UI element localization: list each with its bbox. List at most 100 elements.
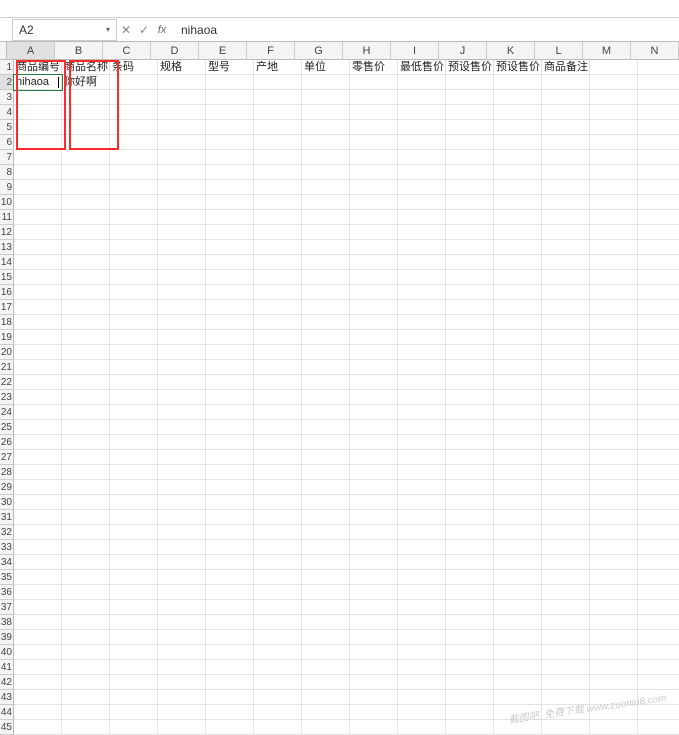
column-header[interactable]: N bbox=[631, 42, 679, 59]
cell[interactable] bbox=[302, 450, 350, 465]
cell[interactable] bbox=[542, 300, 590, 315]
cell[interactable] bbox=[158, 465, 206, 480]
cell[interactable] bbox=[398, 720, 446, 735]
row-header[interactable]: 45 bbox=[0, 720, 14, 735]
cell[interactable] bbox=[62, 705, 110, 720]
cell[interactable] bbox=[494, 390, 542, 405]
cell[interactable] bbox=[110, 240, 158, 255]
cell[interactable] bbox=[494, 525, 542, 540]
cell[interactable] bbox=[206, 120, 254, 135]
cell[interactable] bbox=[446, 285, 494, 300]
cell[interactable] bbox=[398, 300, 446, 315]
cell[interactable] bbox=[254, 435, 302, 450]
cell[interactable] bbox=[638, 90, 679, 105]
cell[interactable] bbox=[302, 270, 350, 285]
cell[interactable] bbox=[446, 375, 494, 390]
cell[interactable] bbox=[494, 660, 542, 675]
cell[interactable] bbox=[62, 450, 110, 465]
cell[interactable] bbox=[206, 375, 254, 390]
cell[interactable] bbox=[158, 615, 206, 630]
cell[interactable] bbox=[158, 345, 206, 360]
cell[interactable]: 型号 bbox=[206, 60, 254, 75]
row-header[interactable]: 2 bbox=[0, 75, 14, 90]
cell[interactable] bbox=[542, 75, 590, 90]
cell[interactable] bbox=[446, 450, 494, 465]
column-header[interactable]: H bbox=[343, 42, 391, 59]
cell[interactable] bbox=[494, 495, 542, 510]
cell[interactable] bbox=[110, 570, 158, 585]
cell[interactable] bbox=[542, 270, 590, 285]
cell[interactable] bbox=[62, 105, 110, 120]
cell[interactable] bbox=[14, 615, 62, 630]
cell[interactable] bbox=[254, 315, 302, 330]
cell[interactable] bbox=[350, 75, 398, 90]
cell[interactable] bbox=[398, 585, 446, 600]
cell[interactable] bbox=[302, 555, 350, 570]
cell[interactable] bbox=[302, 105, 350, 120]
cell[interactable]: 你好啊 bbox=[62, 75, 110, 90]
cell[interactable] bbox=[446, 105, 494, 120]
cell[interactable] bbox=[446, 75, 494, 90]
cell[interactable] bbox=[14, 525, 62, 540]
cell[interactable] bbox=[350, 120, 398, 135]
row-header[interactable]: 17 bbox=[0, 300, 14, 315]
cell[interactable] bbox=[542, 90, 590, 105]
cell[interactable] bbox=[494, 630, 542, 645]
row-header[interactable]: 40 bbox=[0, 645, 14, 660]
cell[interactable] bbox=[254, 105, 302, 120]
row-header[interactable]: 24 bbox=[0, 405, 14, 420]
cell[interactable] bbox=[590, 345, 638, 360]
cell[interactable] bbox=[542, 435, 590, 450]
cell[interactable] bbox=[254, 240, 302, 255]
cell[interactable] bbox=[302, 120, 350, 135]
cell[interactable] bbox=[206, 630, 254, 645]
cell[interactable] bbox=[494, 150, 542, 165]
cell[interactable] bbox=[494, 690, 542, 705]
cell[interactable] bbox=[110, 180, 158, 195]
cell[interactable] bbox=[62, 690, 110, 705]
cell[interactable] bbox=[158, 195, 206, 210]
cell[interactable] bbox=[158, 450, 206, 465]
cell[interactable] bbox=[206, 690, 254, 705]
cell[interactable] bbox=[590, 120, 638, 135]
cell[interactable] bbox=[590, 450, 638, 465]
cell[interactable] bbox=[158, 75, 206, 90]
row-header[interactable]: 31 bbox=[0, 510, 14, 525]
cell[interactable] bbox=[494, 300, 542, 315]
cell[interactable] bbox=[62, 150, 110, 165]
cell[interactable] bbox=[542, 360, 590, 375]
cell[interactable] bbox=[542, 615, 590, 630]
cell[interactable] bbox=[62, 435, 110, 450]
cell[interactable] bbox=[62, 345, 110, 360]
cell[interactable] bbox=[14, 495, 62, 510]
cell[interactable] bbox=[350, 615, 398, 630]
cell[interactable] bbox=[398, 450, 446, 465]
cell[interactable] bbox=[158, 105, 206, 120]
cell[interactable] bbox=[206, 525, 254, 540]
cell[interactable] bbox=[590, 315, 638, 330]
cell[interactable] bbox=[446, 585, 494, 600]
cell[interactable] bbox=[206, 285, 254, 300]
cell[interactable] bbox=[302, 720, 350, 735]
cell[interactable] bbox=[638, 240, 679, 255]
cell[interactable] bbox=[350, 135, 398, 150]
cell[interactable] bbox=[14, 405, 62, 420]
cell[interactable] bbox=[62, 375, 110, 390]
cell[interactable] bbox=[14, 150, 62, 165]
cell[interactable] bbox=[494, 465, 542, 480]
cell[interactable] bbox=[350, 180, 398, 195]
cell[interactable] bbox=[638, 720, 679, 735]
cell[interactable] bbox=[110, 165, 158, 180]
cell[interactable] bbox=[110, 660, 158, 675]
cell[interactable] bbox=[542, 285, 590, 300]
cell[interactable] bbox=[206, 180, 254, 195]
cell[interactable] bbox=[158, 660, 206, 675]
cell[interactable] bbox=[62, 180, 110, 195]
cell[interactable] bbox=[398, 435, 446, 450]
cell[interactable] bbox=[302, 330, 350, 345]
cell[interactable] bbox=[158, 180, 206, 195]
cell[interactable] bbox=[14, 675, 62, 690]
cell[interactable] bbox=[638, 390, 679, 405]
cell[interactable] bbox=[494, 90, 542, 105]
cell[interactable] bbox=[350, 90, 398, 105]
